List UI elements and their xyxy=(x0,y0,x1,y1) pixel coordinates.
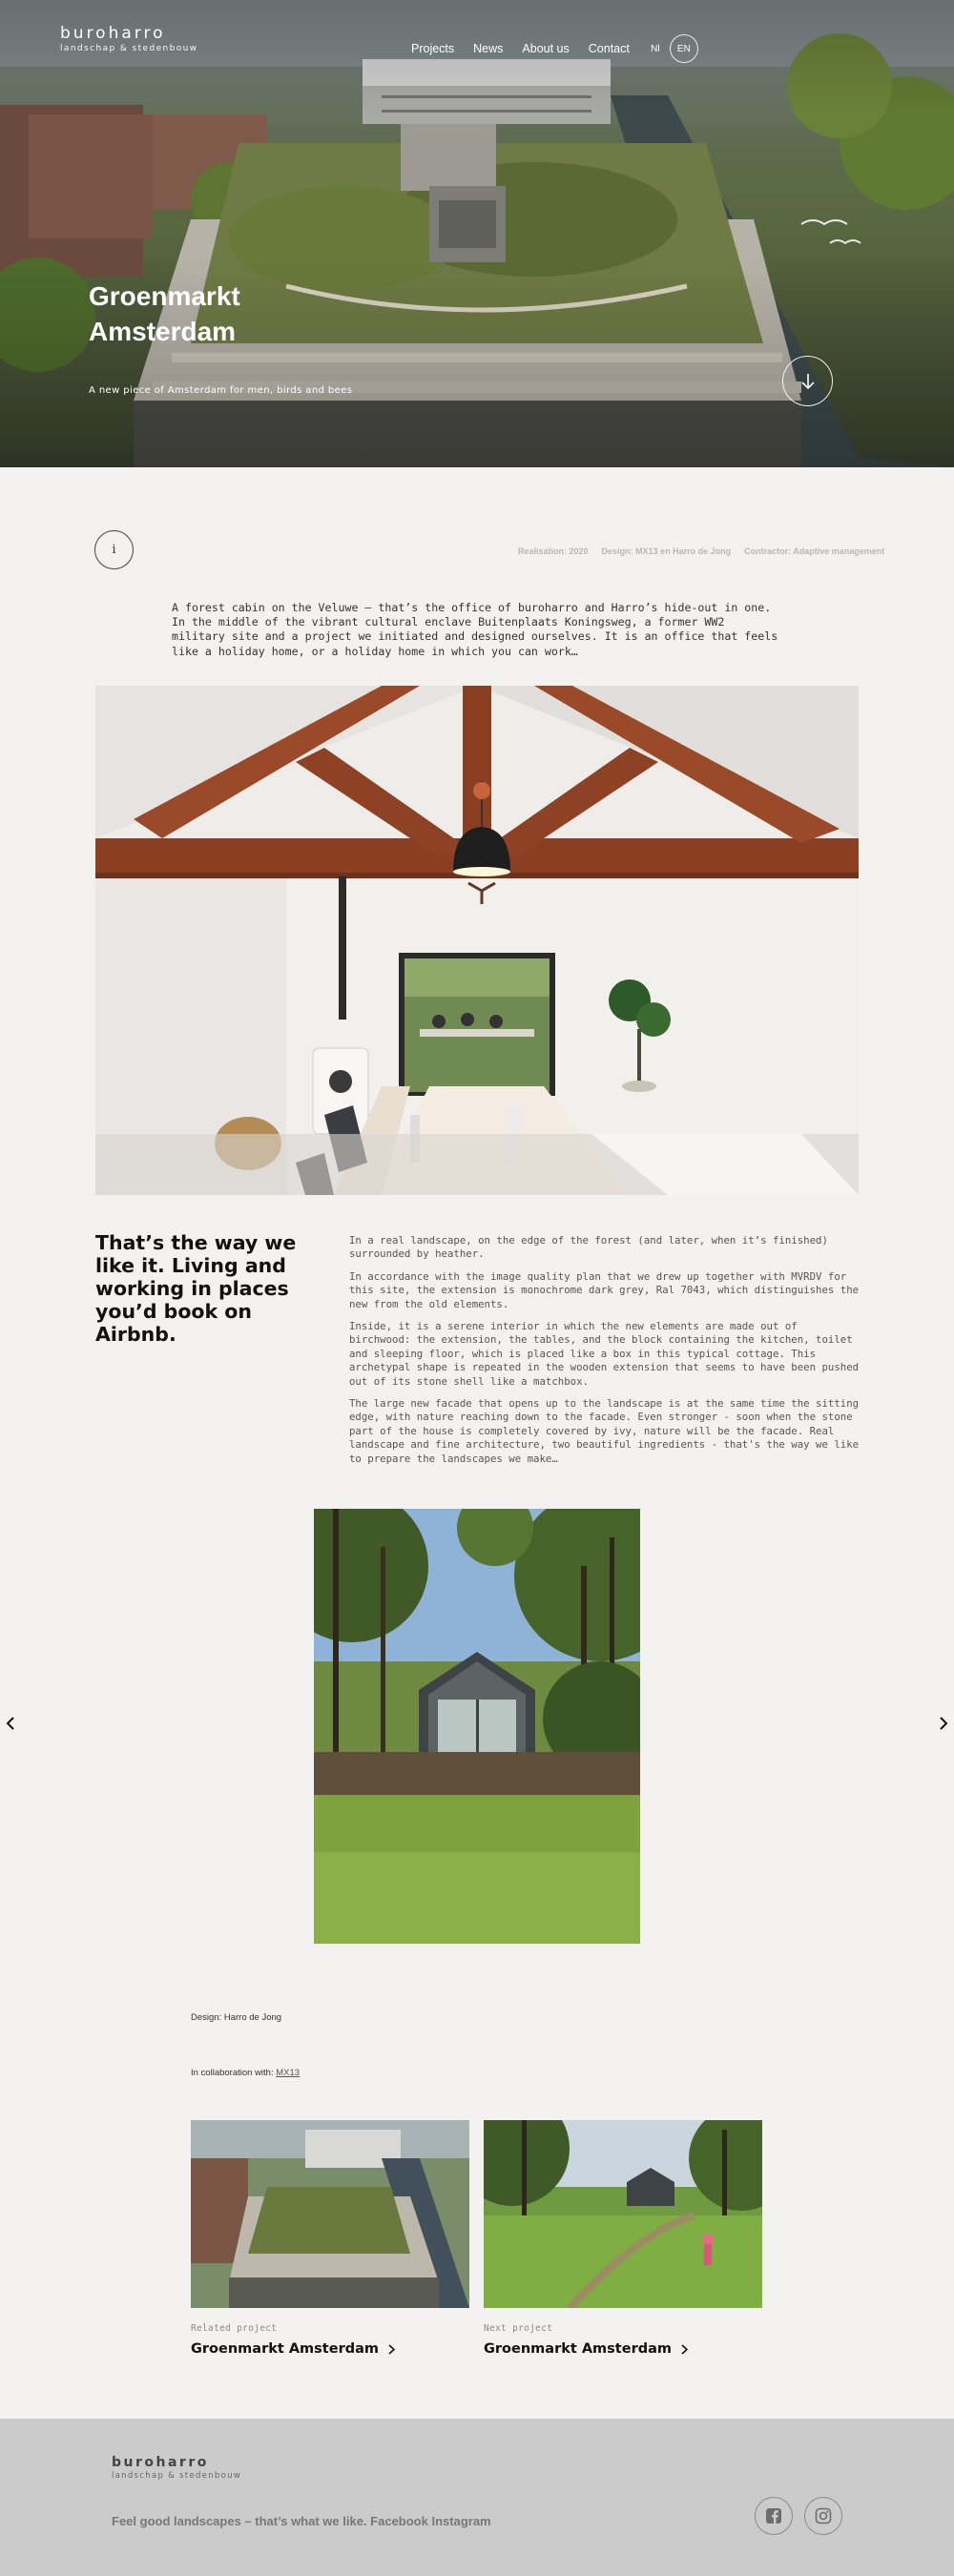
arrow-down-icon xyxy=(800,373,815,389)
gallery-next-button[interactable] xyxy=(935,1712,952,1735)
related-project-tag: Related project xyxy=(191,2323,278,2334)
site-logo[interactable]: buroharro landschap & stedenbouw xyxy=(60,24,198,53)
next-project-title[interactable]: Groenmarkt Amsterdam xyxy=(484,2341,762,2357)
hero-subtitle: A new piece of Amsterdam for men, birds … xyxy=(89,385,353,396)
nav-about[interactable]: About us xyxy=(522,42,569,55)
related-project-card[interactable]: Related project Groenmarkt Amsterdam xyxy=(191,2120,469,2357)
meta-design: Design: MX13 en Harro de Jong xyxy=(601,546,732,556)
nav-contact[interactable]: Contact xyxy=(589,42,630,55)
next-project-tag: Next project xyxy=(484,2323,553,2334)
main-nav: Projects News About us Contact Nl EN xyxy=(411,34,698,63)
hero-banner: buroharro landschap & stedenbouw Project… xyxy=(0,0,954,467)
nav-news[interactable]: News xyxy=(473,42,503,55)
info-button[interactable]: i xyxy=(94,530,134,569)
next-project-title-text: Groenmarkt Amsterdam xyxy=(484,2341,672,2357)
instagram-icon xyxy=(815,2507,832,2524)
site-footer: buroharro landschap & stedenbouw Feel go… xyxy=(0,2419,954,2576)
paragraph: Inside, it is a serene interior in which… xyxy=(349,1320,860,1388)
credit-collaboration: In collaboration with: MX13 xyxy=(191,2068,300,2078)
footer-logo[interactable]: buroharro landschap & stedenbouw xyxy=(112,2455,241,2481)
footer-tagline: Feel good landscapes – that’s what we li… xyxy=(112,2514,367,2528)
interior-image xyxy=(95,686,859,1195)
logo-wordmark: buroharro xyxy=(60,24,166,43)
title-line-2: Amsterdam xyxy=(89,317,237,346)
related-project-title[interactable]: Groenmarkt Amsterdam xyxy=(191,2341,469,2357)
scroll-down-button[interactable] xyxy=(782,356,833,406)
related-project-image[interactable] xyxy=(191,2120,469,2308)
chevron-left-icon xyxy=(6,1717,14,1730)
chevron-right-icon xyxy=(940,1717,948,1730)
cabin-photo xyxy=(314,1509,640,1944)
meta-contractor: Contractor: Adaptive management xyxy=(744,546,885,556)
interior-photo xyxy=(95,686,859,1195)
meta-realisation: Realisation: 2020 xyxy=(518,546,589,556)
next-project-image[interactable] xyxy=(484,2120,762,2308)
pull-quote: That’s the way we like it. Living and wo… xyxy=(95,1231,297,1346)
paragraph: The large new facade that opens up to th… xyxy=(349,1397,860,1465)
logo-tagline: landschap & stedenbouw xyxy=(60,44,198,53)
credit-design: Design: Harro de Jong xyxy=(191,2012,282,2023)
footer-instagram-link[interactable]: Instagram xyxy=(431,2514,490,2528)
nav-projects[interactable]: Projects xyxy=(411,42,454,55)
paragraph: In accordance with the image quality pla… xyxy=(349,1269,860,1310)
lang-nl[interactable]: Nl xyxy=(641,34,670,63)
chevron-right-icon xyxy=(681,2343,688,2355)
instagram-button[interactable] xyxy=(804,2497,842,2535)
page-title: Groenmarkt Amsterdam xyxy=(89,278,240,349)
title-line-1: Groenmarkt xyxy=(89,281,240,311)
paragraph: In a real landscape, on the edge of the … xyxy=(349,1234,828,1261)
intro-text: A forest cabin on the Veluwe – that’s th… xyxy=(172,601,778,658)
collab-label: In collaboration with: xyxy=(191,2068,274,2078)
facebook-button[interactable] xyxy=(755,2497,793,2535)
collab-link[interactable]: MX13 xyxy=(276,2068,300,2078)
lang-en[interactable]: EN xyxy=(669,34,698,63)
cabin-image xyxy=(314,1509,640,1944)
related-project-title-text: Groenmarkt Amsterdam xyxy=(191,2341,379,2357)
next-project-card[interactable]: Next project Groenmarkt Amsterdam xyxy=(484,2120,762,2357)
footer-tagline-line: Feel good landscapes – that’s what we li… xyxy=(112,2514,491,2528)
body-text: In a real landscape, on the edge of the … xyxy=(349,1234,860,1474)
facebook-icon xyxy=(766,2508,781,2524)
footer-logo-wordmark: buroharro xyxy=(112,2455,209,2470)
gallery-prev-button[interactable] xyxy=(2,1712,19,1735)
chevron-right-icon xyxy=(388,2343,395,2355)
footer-logo-tagline: landschap & stedenbouw xyxy=(112,2471,242,2481)
project-meta: Realisation: 2020 Design: MX13 en Harro … xyxy=(518,546,884,556)
footer-facebook-link[interactable]: Facebook xyxy=(370,2514,428,2528)
